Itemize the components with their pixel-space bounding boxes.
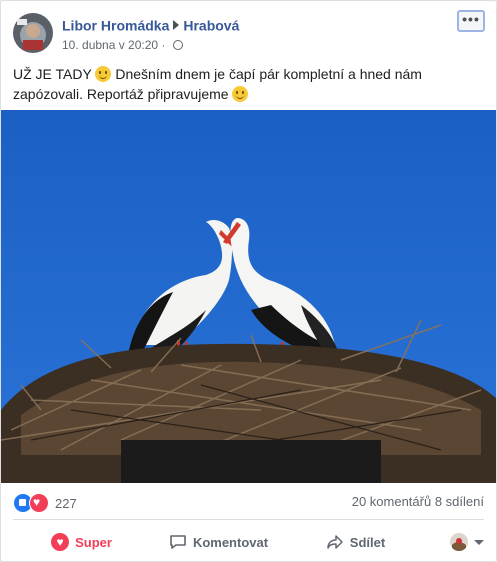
comment-icon — [170, 535, 186, 549]
reaction-profile-selector[interactable] — [424, 523, 484, 561]
post-stats: 227 20 komentářů 8 sdílení — [13, 491, 484, 513]
timestamp-link[interactable]: 10. dubna v 20:20 — [62, 38, 158, 52]
comment-button[interactable]: Komentovat — [150, 523, 287, 561]
post-title: Libor Hromádka Hrabová — [62, 16, 239, 33]
comment-label: Komentovat — [192, 534, 269, 550]
globe-icon[interactable] — [172, 39, 183, 50]
share-label: Sdílet — [349, 534, 386, 550]
more-options-button[interactable]: ••• — [457, 10, 485, 32]
smile-emoji-icon — [232, 86, 249, 102]
react-button[interactable]: ♥ Super — [13, 523, 150, 561]
reactions-count: 227 — [55, 495, 77, 511]
location-link[interactable]: Hrabová — [183, 17, 239, 33]
share-icon — [327, 535, 343, 549]
post-meta: 10. dubna v 20:20 · — [62, 37, 183, 52]
post-header: Libor Hromádka Hrabová 10. dubna v 20:20 … — [13, 10, 485, 53]
post-text: UŽ JE TADY Dnešním dnem je čapí pár komp… — [13, 64, 483, 104]
author-name-link[interactable]: Libor Hromádka — [62, 17, 169, 33]
arrow-right-icon — [173, 20, 180, 31]
meta-separator: · — [161, 37, 166, 52]
share-button[interactable]: Sdílet — [287, 523, 424, 561]
react-label: Super — [75, 534, 112, 550]
profile-mini-avatar — [450, 533, 468, 551]
comments-count-link[interactable]: 20 komentářů — [352, 494, 432, 509]
stats-right: 20 komentářů 8 sdílení — [352, 494, 484, 509]
smile-emoji-icon — [95, 66, 112, 82]
chevron-down-icon — [474, 539, 484, 545]
post-actions: ♥ Super Komentovat Sdílet — [13, 523, 484, 561]
post-card: Libor Hromádka Hrabová 10. dubna v 20:20 … — [0, 0, 497, 562]
post-photo[interactable] — [1, 110, 496, 483]
author-avatar[interactable] — [13, 13, 53, 53]
post-text-part-1: UŽ JE TADY — [13, 66, 92, 82]
shares-count-link[interactable]: 8 sdílení — [435, 494, 484, 509]
heart-icon: ♥ — [51, 533, 70, 551]
love-icon — [29, 493, 49, 513]
reactions-summary[interactable]: 227 — [13, 493, 77, 513]
divider — [13, 519, 484, 520]
